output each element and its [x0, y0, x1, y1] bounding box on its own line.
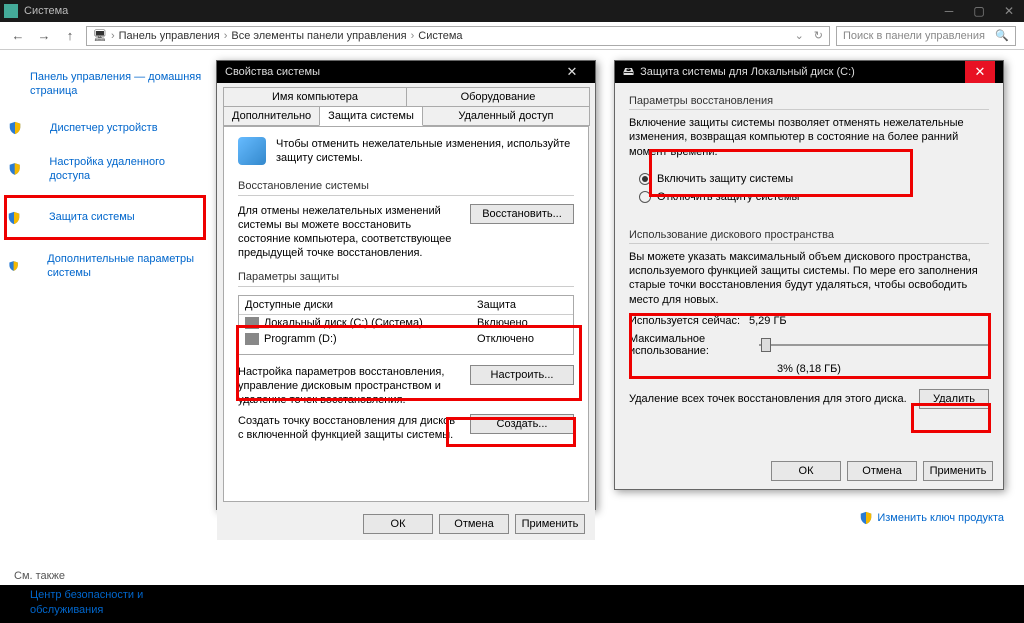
radio-enable[interactable]: Включить защиту системы [639, 173, 979, 185]
seealso-label: См. также [8, 570, 202, 582]
tab-advanced[interactable]: Дополнительно [223, 106, 320, 126]
drive-row[interactable]: Локальный диск (C:) (Система) Включено [239, 315, 573, 331]
toolbar: ← → ↑ 🖥 › Панель управления › Все элемен… [0, 22, 1024, 50]
shield-icon [8, 121, 22, 135]
sidebar-home[interactable]: Панель управления — домашняя страница [8, 62, 202, 111]
crumb-1[interactable]: Все элементы панели управления [231, 30, 406, 42]
nav-forward[interactable]: → [34, 26, 54, 46]
create-button[interactable]: Создать... [470, 414, 574, 434]
sidebar-item-remote[interactable]: Настройка удаленного доступа [8, 145, 202, 194]
cancel-button[interactable]: Отмена [847, 461, 917, 481]
ok-button[interactable]: ОК [363, 514, 433, 534]
shield-icon [859, 511, 873, 525]
radio-disable[interactable]: Отключить защиту системы [639, 191, 979, 203]
usage-now-value: 5,29 ГБ [749, 315, 787, 327]
usage-max-label: Максимальное использование: [629, 333, 749, 357]
sidebar-item-label: Диспетчер устройств [28, 115, 158, 141]
dropdown-icon[interactable]: ⌄ [795, 29, 804, 42]
group-params: Параметры восстановления [629, 95, 989, 110]
breadcrumb[interactable]: 🖥 › Панель управления › Все элементы пан… [86, 26, 830, 46]
drive-list[interactable]: Доступные диски Защита Локальный диск (C… [238, 295, 574, 355]
shield-icon [7, 211, 21, 225]
restore-button[interactable]: Восстановить... [470, 204, 574, 224]
params-desc: Включение защиты системы позволяет отмен… [629, 116, 989, 159]
crumb-2[interactable]: Система [418, 30, 462, 42]
ok-button[interactable]: ОК [771, 461, 841, 481]
col-drives: Доступные диски [245, 299, 477, 311]
col-status: Защита [477, 299, 567, 311]
radio-label: Отключить защиту системы [657, 191, 799, 203]
nav-up[interactable]: ↑ [60, 26, 80, 46]
drive-status: Отключено [477, 333, 567, 345]
delete-button[interactable]: Удалить [919, 389, 989, 409]
search-input[interactable]: Поиск в панели управления 🔍 [836, 26, 1016, 46]
drive-name: Локальный диск (C:) (Система) [264, 317, 423, 329]
tab-hardware[interactable]: Оборудование [406, 87, 590, 107]
drive-icon: 🖴 [623, 63, 634, 82]
intro-text: Чтобы отменить нежелательные изменения, … [276, 137, 574, 166]
tabstrip: Имя компьютера Оборудование Дополнительн… [217, 83, 595, 126]
configure-desc: Настройка параметров восстановления, упр… [238, 365, 460, 408]
usage-desc: Вы можете указать максимальный объем дис… [629, 250, 989, 307]
dialog-title: Защита системы для Локальный диск (C:) [640, 66, 855, 78]
delete-desc: Удаление всех точек восстановления для э… [629, 392, 909, 406]
tab-computername[interactable]: Имя компьютера [223, 87, 407, 107]
search-placeholder: Поиск в панели управления [843, 30, 985, 42]
crumb-0[interactable]: Панель управления [119, 30, 220, 42]
apply-button[interactable]: Применить [515, 514, 585, 534]
restore-desc: Для отмены нежелательных изменений систе… [238, 204, 460, 261]
usage-slider[interactable] [759, 338, 989, 352]
change-key-link[interactable]: Изменить ключ продукта [859, 511, 1004, 525]
shield-icon [8, 259, 19, 273]
sidebar: Панель управления — домашняя страница Ди… [0, 50, 210, 585]
drive-row[interactable]: Programm (D:) Отключено [239, 331, 573, 347]
window-title: Система [24, 5, 68, 17]
dialog-title: Свойства системы [225, 66, 320, 78]
minimize-button[interactable]: ─ [934, 0, 964, 22]
dialog-protection-config: 🖴 Защита системы для Локальный диск (C:)… [614, 60, 1004, 490]
drive-icon [245, 317, 259, 329]
dialog-system-properties: Свойства системы ✕ Имя компьютера Оборуд… [216, 60, 596, 510]
sidebar-item-label: Настройка удаленного доступа [27, 149, 202, 190]
group-usage: Использование дискового пространства [629, 229, 989, 244]
sidebar-item-label: Защита системы [27, 204, 135, 230]
sidebar-item-devmgr[interactable]: Диспетчер устройств [8, 111, 202, 145]
group-restore: Восстановление системы [238, 180, 574, 196]
group-protect: Параметры защиты [238, 271, 574, 287]
nav-back[interactable]: ← [8, 26, 28, 46]
close-button[interactable]: ✕ [994, 0, 1024, 22]
drive-icon [245, 333, 259, 345]
system-icon [4, 4, 18, 18]
radio-label: Включить защиту системы [657, 173, 793, 185]
close-icon[interactable]: ✕ [965, 61, 995, 83]
sidebar-item-protection[interactable]: Защита системы [7, 200, 203, 234]
maximize-button[interactable]: ▢ [964, 0, 994, 22]
configure-button[interactable]: Настроить... [470, 365, 574, 385]
drive-name: Programm (D:) [264, 333, 337, 345]
monitor-icon: 🖥 [93, 29, 107, 42]
drive-status: Включено [477, 317, 567, 329]
link-label: Изменить ключ продукта [877, 512, 1004, 524]
sidebar-item-advanced[interactable]: Дополнительные параметры системы [8, 242, 202, 291]
shield-icon [8, 162, 21, 176]
search-icon: 🔍 [995, 29, 1009, 42]
usage-pct: 3% (8,18 ГБ) [629, 363, 989, 375]
apply-button[interactable]: Применить [923, 461, 993, 481]
sidebar-item-label: Дополнительные параметры системы [25, 246, 202, 287]
tab-protection[interactable]: Защита системы [319, 106, 423, 126]
cancel-button[interactable]: Отмена [439, 514, 509, 534]
create-desc: Создать точку восстановления для дисков … [238, 414, 460, 443]
restore-icon [238, 137, 266, 165]
tab-remote[interactable]: Удаленный доступ [422, 106, 590, 126]
seealso-link[interactable]: Центр безопасности и обслуживания [8, 582, 202, 623]
usage-now-label: Используется сейчас: [629, 315, 749, 327]
refresh-icon[interactable]: ↻ [814, 29, 823, 42]
close-icon[interactable]: ✕ [557, 61, 587, 83]
window-titlebar: Система ─ ▢ ✕ [0, 0, 1024, 22]
